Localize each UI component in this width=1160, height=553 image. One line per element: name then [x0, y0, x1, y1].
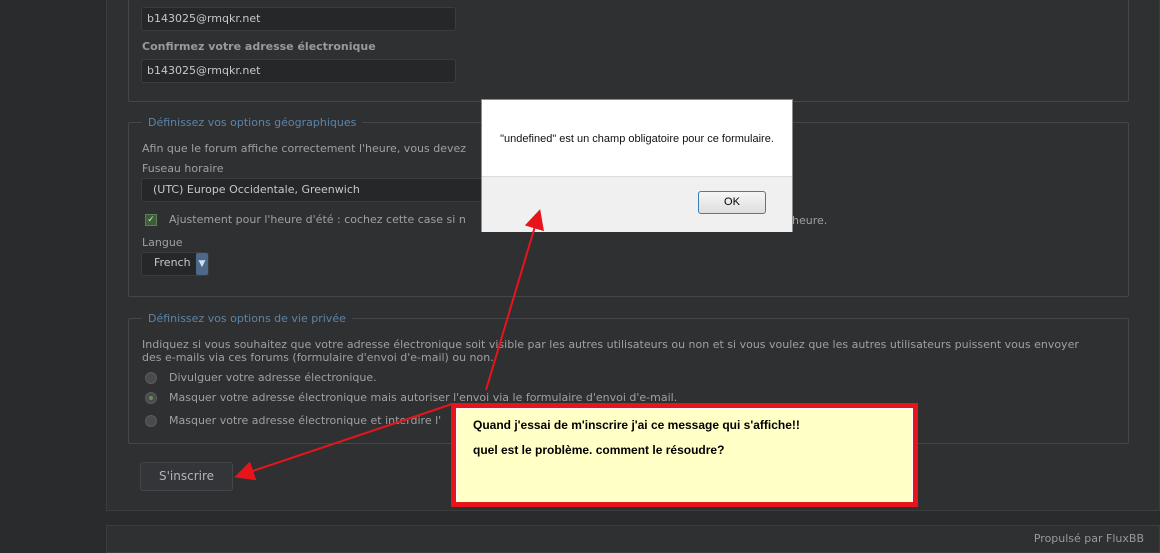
chevron-down-icon[interactable]: ▼ — [196, 253, 208, 275]
alert-footer: OK — [482, 176, 792, 232]
annotation-line2: quel est le problème. comment le résoudr… — [473, 443, 725, 457]
language-label: Langue — [142, 236, 183, 249]
geo-intro: Afin que le forum affiche correctement l… — [142, 142, 467, 155]
privacy-radio-show[interactable] — [145, 372, 157, 384]
language-value: French — [154, 256, 191, 269]
geo-legend: Définissez vos options géographiques — [142, 116, 363, 129]
privacy-legend: Définissez vos options de vie privée — [142, 312, 352, 325]
privacy-option-hide-deny: Masquer votre adresse électronique et in… — [169, 414, 442, 427]
footer-credit: Propulsé par FluxBB — [1033, 532, 1144, 545]
privacy-option-show: Divulguer votre adresse électronique. — [169, 371, 377, 384]
dst-label-end: heure. — [792, 214, 828, 227]
timezone-select[interactable]: (UTC) Europe Occidentale, Greenwich — [141, 178, 486, 202]
annotation-line1: Quand j'essai de m'inscrire j'ai ce mess… — [473, 418, 800, 432]
dst-label: Ajustement pour l'heure d'été : cochez c… — [169, 213, 466, 226]
alert-message: "undefined" est un champ obligatoire pou… — [500, 133, 774, 145]
alert-dialog: "undefined" est un champ obligatoire pou… — [481, 99, 793, 232]
privacy-radio-hide-deny[interactable] — [145, 415, 157, 427]
annotation-note: Quand j'essai de m'inscrire j'ai ce mess… — [451, 403, 918, 507]
timezone-label: Fuseau horaire — [142, 162, 224, 175]
ok-button[interactable]: OK — [698, 191, 766, 214]
privacy-intro-line2: des e-mails via ces forums (formulaire d… — [142, 351, 494, 364]
privacy-intro-line1: Indiquez si vous souhaitez que votre adr… — [142, 338, 1079, 351]
confirm-email-label: Confirmez votre adresse électronique — [142, 40, 376, 53]
email-field[interactable]: b143025@rmqkr.net — [141, 7, 456, 31]
privacy-radio-hide-allow[interactable] — [145, 392, 157, 404]
confirm-email-field[interactable]: b143025@rmqkr.net — [141, 59, 456, 83]
language-select[interactable]: French ▼ — [141, 252, 209, 276]
register-button[interactable]: S'inscrire — [140, 462, 233, 491]
dst-checkbox[interactable]: ✓ — [145, 214, 157, 226]
annotation-note-inner: Quand j'essai de m'inscrire j'ai ce mess… — [456, 408, 913, 502]
